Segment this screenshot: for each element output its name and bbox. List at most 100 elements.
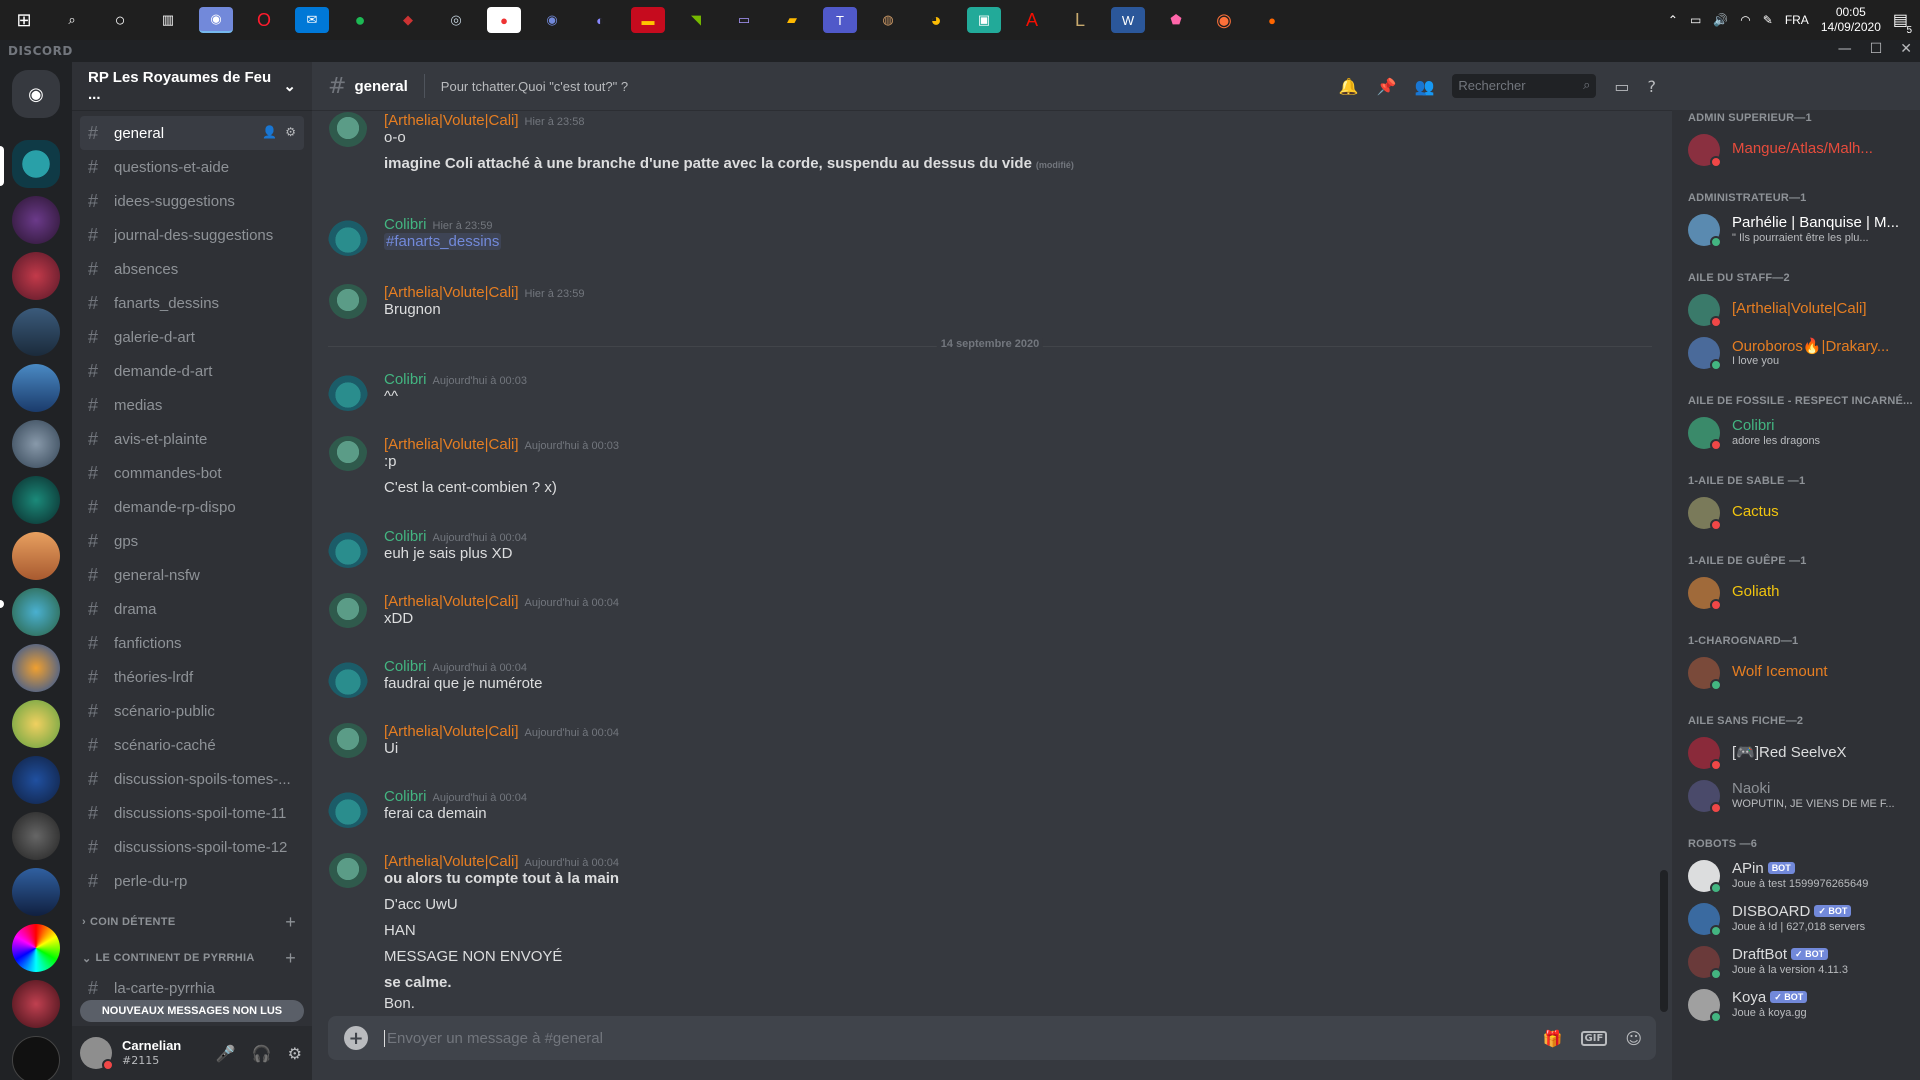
firefox-icon[interactable]: ◉ xyxy=(1207,7,1241,33)
gif-icon[interactable]: GIF xyxy=(1580,1030,1608,1046)
language-indicator[interactable]: FRA xyxy=(1785,13,1809,27)
app-icon[interactable]: ▣ xyxy=(967,7,1001,33)
server-icon[interactable] xyxy=(12,868,60,916)
discord-taskbar-icon[interactable]: ◉ xyxy=(199,7,233,33)
server-icon[interactable] xyxy=(12,588,60,636)
opera-icon[interactable]: O xyxy=(247,7,281,33)
avatar[interactable] xyxy=(80,1037,114,1071)
message-author[interactable]: Colibri xyxy=(384,371,427,388)
channel-item[interactable]: # general-nsfw xyxy=(80,558,304,592)
flag-icon[interactable]: ▬ xyxy=(631,7,665,33)
members-icon[interactable]: 👥 xyxy=(1414,77,1434,96)
channel-topic[interactable]: Pour tchatter.Quoi "c'est tout?" ? xyxy=(441,79,628,94)
channel-item[interactable]: # demande-d-art xyxy=(80,354,304,388)
channel-item[interactable]: # théories-lrdf xyxy=(80,660,304,694)
message-author[interactable]: [Arthelia|Volute|Cali] xyxy=(384,436,519,453)
channel-item[interactable]: # perle-du-rp xyxy=(80,864,304,898)
nvidia-icon[interactable]: ◥ xyxy=(679,7,713,33)
app-icon[interactable]: ⬟ xyxy=(1159,7,1193,33)
volume-icon[interactable]: 🔊 xyxy=(1713,13,1728,27)
app-icon[interactable]: ● xyxy=(1255,7,1289,33)
channel-item[interactable]: # discussions-spoil-tome-12 xyxy=(80,830,304,864)
file-explorer-icon[interactable]: ▰ xyxy=(775,7,809,33)
add-channel-icon[interactable]: + xyxy=(285,912,296,933)
member-item[interactable]: Cactus xyxy=(1680,491,1912,535)
server-icon[interactable] xyxy=(12,700,60,748)
server-icon[interactable] xyxy=(12,924,60,972)
pen-icon[interactable]: ✎ xyxy=(1763,13,1773,27)
message-input[interactable]: Envoyer un message à #general xyxy=(384,1029,1543,1047)
avatar[interactable] xyxy=(328,284,368,324)
member-item[interactable]: Wolf Icemount xyxy=(1680,651,1912,695)
member-item[interactable]: Naoki WOPUTIN, JE VIENS DE ME F... xyxy=(1680,774,1912,818)
channel-mention-link[interactable]: #fanarts_dessins xyxy=(384,233,502,250)
mail-icon[interactable]: ✉ xyxy=(295,7,329,33)
channel-item[interactable]: # discussions-spoil-tome-11 xyxy=(80,796,304,830)
close-icon[interactable]: ✕ xyxy=(1900,41,1912,57)
discord-icon[interactable]: ◉ xyxy=(535,7,569,33)
server-icon[interactable] xyxy=(12,1036,60,1080)
avatar[interactable] xyxy=(328,853,368,893)
message-author[interactable]: [Arthelia|Volute|Cali] xyxy=(384,284,519,301)
avatar[interactable] xyxy=(328,593,368,633)
cortana-icon[interactable]: ○ xyxy=(103,7,137,33)
invite-icon[interactable]: 👤 xyxy=(262,125,277,139)
message-author[interactable]: Colibri xyxy=(384,216,427,233)
search-input[interactable]: Rechercher ⌕ xyxy=(1452,74,1597,98)
scrollbar[interactable] xyxy=(1660,870,1668,1012)
avatar[interactable] xyxy=(328,112,368,152)
avatar[interactable] xyxy=(328,658,368,698)
home-discord-icon[interactable]: ◉ xyxy=(12,70,60,118)
member-item[interactable]: [🎮]Red SeelveX xyxy=(1680,731,1912,775)
league-icon[interactable]: L xyxy=(1063,7,1097,33)
server-icon[interactable] xyxy=(12,364,60,412)
member-item[interactable]: Colibri adore les dragons xyxy=(1680,411,1912,455)
gear-icon[interactable]: ⚙ xyxy=(288,1044,302,1063)
message-composer[interactable]: + Envoyer un message à #general 🎁 GIF ☺ xyxy=(328,1016,1656,1060)
app-icon[interactable]: ◆ xyxy=(391,7,425,33)
server-icon[interactable] xyxy=(12,476,60,524)
add-attachment-icon[interactable]: + xyxy=(344,1026,368,1050)
message-author[interactable]: [Arthelia|Volute|Cali] xyxy=(384,853,519,870)
acrobat-icon[interactable]: A xyxy=(1015,7,1049,33)
maximize-icon[interactable]: ☐ xyxy=(1870,41,1883,57)
app-icon[interactable]: ● xyxy=(487,7,521,33)
channel-item[interactable]: # la-carte-pyrrhia xyxy=(80,976,304,1000)
server-icon[interactable] xyxy=(12,756,60,804)
message-author[interactable]: [Arthelia|Volute|Cali] xyxy=(384,723,519,740)
steam-icon[interactable]: ◎ xyxy=(439,7,473,33)
chrome-icon[interactable]: ◕ xyxy=(919,7,953,33)
server-header[interactable]: RP Les Royaumes de Feu ... ⌄ xyxy=(72,62,312,110)
server-icon[interactable] xyxy=(12,308,60,356)
app-icon[interactable]: ◐ xyxy=(583,7,617,33)
spotify-icon[interactable]: ● xyxy=(343,7,377,33)
avatar[interactable] xyxy=(328,436,368,476)
server-icon[interactable] xyxy=(12,420,60,468)
avatar[interactable] xyxy=(328,788,368,828)
member-item[interactable]: Parhélie | Banquise | M... " Ils pourraie… xyxy=(1680,208,1912,252)
channel-item[interactable]: # absences xyxy=(80,252,304,286)
gear-icon[interactable]: ⚙ xyxy=(285,125,296,139)
app-icon[interactable]: ▭ xyxy=(727,7,761,33)
member-item[interactable]: Goliath xyxy=(1680,571,1912,615)
battery-icon[interactable]: ▭ xyxy=(1690,13,1701,27)
channel-item[interactable]: # discussion-spoils-tomes-... xyxy=(80,762,304,796)
server-icon[interactable] xyxy=(12,196,60,244)
wifi-icon[interactable]: ◠ xyxy=(1740,13,1750,27)
channel-item[interactable]: # scénario-public xyxy=(80,694,304,728)
message-author[interactable]: [Arthelia|Volute|Cali] xyxy=(384,593,519,610)
new-messages-banner[interactable]: NOUVEAUX MESSAGES NON LUS xyxy=(80,1000,304,1022)
inbox-icon[interactable]: ▭ xyxy=(1614,77,1629,96)
channel-item[interactable]: # medias xyxy=(80,388,304,422)
avatar[interactable] xyxy=(328,371,368,411)
category-coin-detente[interactable]: › COIN DÉTENTE + xyxy=(80,904,304,940)
channel-item[interactable]: # drama xyxy=(80,592,304,626)
server-icon[interactable] xyxy=(12,812,60,860)
avatar[interactable] xyxy=(328,528,368,568)
gift-icon[interactable]: 🎁 xyxy=(1543,1029,1563,1048)
emoji-icon[interactable]: ☺ xyxy=(1625,1029,1642,1048)
channel-item[interactable]: # scénario-caché xyxy=(80,728,304,762)
member-item[interactable]: [Arthelia|Volute|Cali] xyxy=(1680,288,1912,332)
clock[interactable]: 00:05 14/09/2020 xyxy=(1821,5,1881,35)
channel-item[interactable]: # commandes-bot xyxy=(80,456,304,490)
